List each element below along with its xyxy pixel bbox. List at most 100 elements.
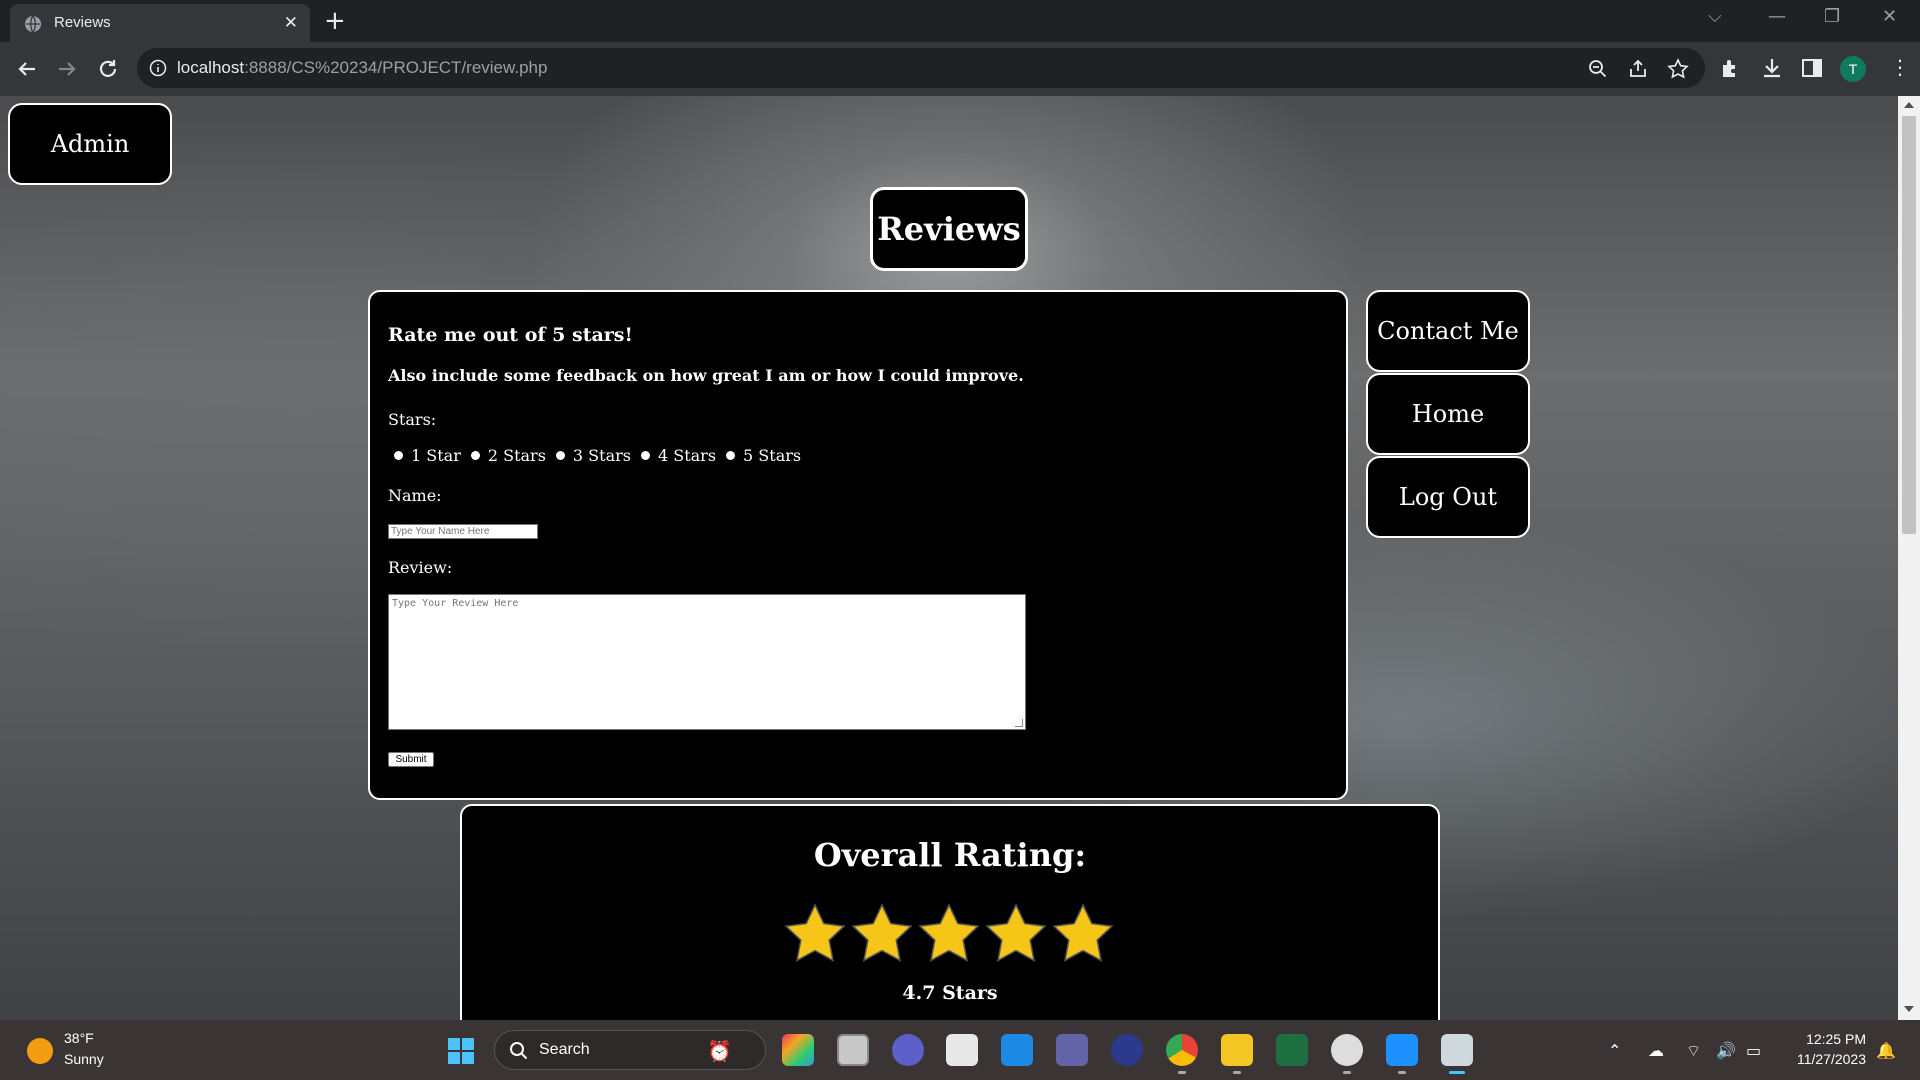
rating-star-icon — [918, 903, 980, 962]
app-running-indicator — [1233, 1071, 1241, 1074]
app-icon-c[interactable] — [1111, 1034, 1143, 1066]
rating-title: Overall Rating: — [813, 836, 1087, 874]
url-text: localhost:8888/CS%20234/PROJECT/review.p… — [177, 58, 548, 77]
app-icon-blue[interactable] — [1386, 1034, 1418, 1066]
windows-taskbar: 38°F Sunny Search ⏰ ⌃ ☁ ⌔ 🔊 ▭ 12:25 PM 1… — [0, 1020, 1920, 1080]
microsoft-store-icon[interactable] — [946, 1034, 978, 1066]
name-input[interactable]: Type Your Name Here — [388, 524, 538, 539]
restore-icon[interactable]: ❐ — [1824, 6, 1840, 27]
app-running-indicator — [1398, 1071, 1406, 1074]
copilot-app-icon[interactable] — [782, 1034, 814, 1066]
submit-button[interactable]: Submit — [388, 752, 434, 767]
star-radio-1[interactable] — [394, 451, 403, 460]
bookmark-star-icon[interactable] — [1667, 58, 1689, 80]
rating-star-icon — [1052, 903, 1114, 962]
browser-tab-strip: Reviews ✕ + ⌵ — ❐ ✕ — [0, 0, 1920, 42]
zoom-icon[interactable] — [1587, 58, 1609, 80]
file-explorer-icon[interactable] — [1221, 1034, 1253, 1066]
rating-star-icon — [851, 903, 913, 962]
star-radio-2[interactable] — [470, 451, 480, 460]
rating-star-icon — [985, 903, 1047, 962]
star-radio-label: 3 Stars — [572, 446, 631, 465]
profile-avatar[interactable]: T — [1840, 56, 1866, 82]
home-button[interactable]: Home — [1366, 373, 1530, 455]
extensions-icon[interactable] — [1719, 56, 1743, 80]
page-title: Reviews — [870, 187, 1028, 271]
weather-desc[interactable]: Sunny — [64, 1051, 104, 1067]
scroll-up-icon[interactable] — [1904, 102, 1914, 108]
app-running-indicator — [1343, 1071, 1351, 1074]
menu-kebab-icon[interactable]: ⋮ — [1888, 56, 1912, 80]
task-view-icon[interactable] — [837, 1034, 869, 1066]
taskbar-search[interactable]: Search ⏰ — [494, 1030, 766, 1070]
rating-star-icon — [784, 903, 846, 962]
overall-rating-panel: Overall Rating: 4.7 Stars — [460, 804, 1440, 1020]
form-subheading: Also include some feedback on how great … — [388, 366, 1024, 385]
stars-label: Stars: — [388, 410, 437, 429]
zoom-app-icon[interactable] — [892, 1034, 924, 1066]
star-radio-label: 5 Stars — [743, 446, 802, 465]
windows-start-icon[interactable] — [447, 1037, 475, 1065]
scroll-down-icon[interactable] — [1904, 1006, 1914, 1012]
contact-me-button[interactable]: Contact Me — [1366, 290, 1530, 372]
app-icon-round[interactable] — [1331, 1034, 1363, 1066]
active-app-icon[interactable] — [1441, 1034, 1473, 1066]
address-bar[interactable]: localhost:8888/CS%20234/PROJECT/review.p… — [137, 48, 1705, 88]
star-radio-label: 2 Stars — [487, 446, 546, 465]
reload-icon[interactable] — [94, 55, 122, 83]
forward-icon[interactable] — [53, 55, 81, 83]
search-label: Search — [539, 1041, 590, 1058]
browser-tab[interactable]: Reviews ✕ — [10, 4, 310, 42]
onedrive-icon[interactable]: ☁ — [1648, 1041, 1664, 1060]
new-tab-button[interactable]: + — [324, 6, 346, 36]
search-highlight-icon: ⏰ — [707, 1039, 732, 1063]
name-label: Name: — [388, 486, 442, 505]
volume-icon[interactable]: 🔊 — [1716, 1041, 1736, 1060]
log-out-button[interactable]: Log Out — [1366, 456, 1530, 538]
app-running-indicator — [1178, 1071, 1186, 1074]
chrome-app-icon[interactable] — [1166, 1034, 1198, 1066]
clock-time[interactable]: 12:25 PM — [1806, 1031, 1866, 1047]
mail-app-icon[interactable] — [1001, 1034, 1033, 1066]
scrollbar-thumb[interactable] — [1902, 116, 1916, 534]
tray-overflow-icon[interactable]: ⌃ — [1608, 1041, 1621, 1060]
star-radio-group: 1 Star 2 Stars 3 Stars 4 Stars 5 Stars — [388, 446, 805, 465]
download-icon[interactable] — [1760, 56, 1784, 80]
star-radio-label: 1 Star — [411, 446, 461, 465]
weather-temp[interactable]: 38°F — [64, 1030, 94, 1046]
weather-sun-icon[interactable] — [27, 1038, 53, 1064]
resize-grip-icon[interactable] — [1015, 719, 1023, 727]
review-form: Rate me out of 5 stars! Also include som… — [368, 290, 1348, 800]
minimize-icon[interactable]: — — [1768, 6, 1786, 27]
form-heading: Rate me out of 5 stars! — [388, 324, 633, 346]
review-placeholder: Type Your Review Here — [392, 598, 519, 609]
star-radio-3[interactable] — [555, 451, 565, 460]
admin-button[interactable]: Admin — [8, 103, 172, 185]
wifi-icon[interactable]: ⌔ — [1686, 1041, 1701, 1061]
battery-icon[interactable]: ▭ — [1746, 1041, 1761, 1060]
review-label: Review: — [388, 558, 453, 577]
review-textarea[interactable]: Type Your Review Here — [388, 594, 1026, 730]
star-radio-label: 4 Stars — [657, 446, 717, 465]
browser-toolbar: localhost:8888/CS%20234/PROJECT/review.p… — [0, 42, 1920, 96]
side-panel-icon[interactable] — [1800, 56, 1824, 80]
tab-title: Reviews — [54, 14, 111, 31]
share-icon[interactable] — [1627, 58, 1649, 80]
notification-bell-icon[interactable]: 🔔 — [1876, 1041, 1896, 1060]
tab-close-icon[interactable]: ✕ — [284, 13, 298, 33]
star-radio-4[interactable] — [640, 451, 650, 460]
page-viewport: Admin Reviews Contact Me Home Log Out Ra… — [0, 96, 1898, 1020]
globe-icon — [25, 15, 41, 33]
window-close-icon[interactable]: ✕ — [1882, 6, 1897, 27]
rating-value: 4.7 Stars — [902, 982, 998, 1004]
back-icon[interactable] — [13, 55, 41, 83]
tab-search-icon[interactable]: ⌵ — [1708, 6, 1722, 27]
excel-app-icon[interactable] — [1276, 1034, 1308, 1066]
search-icon — [510, 1042, 528, 1060]
site-info-icon[interactable] — [149, 59, 167, 77]
page-scrollbar[interactable] — [1898, 96, 1920, 1020]
app-active-indicator — [1449, 1071, 1465, 1074]
teams-app-icon[interactable] — [1056, 1034, 1088, 1066]
star-radio-5[interactable] — [726, 451, 736, 460]
clock-date[interactable]: 11/27/2023 — [1797, 1051, 1866, 1067]
